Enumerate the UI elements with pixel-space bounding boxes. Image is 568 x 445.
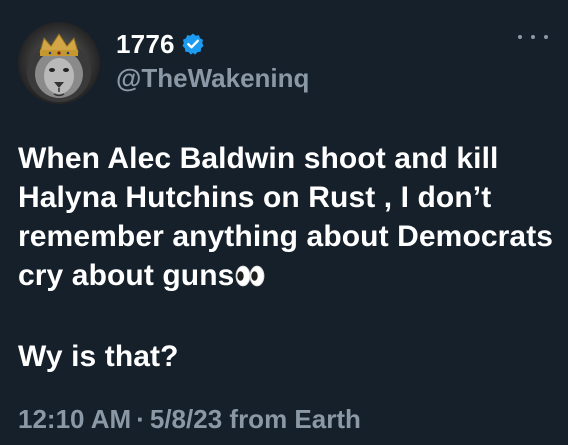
verified-badge-icon: [181, 32, 205, 56]
tweet-header: 1776 @TheWakeninq: [18, 22, 309, 104]
tweet-metadata: 12:10 AM · 5/8/23 from Earth: [18, 402, 361, 436]
more-dot: [531, 35, 535, 39]
tweet-line: When Alec Baldwin shoot and kill: [18, 142, 499, 175]
tweet-text: When Alec Baldwin shoot and kill Halyna …: [18, 139, 558, 376]
tweet-second-paragraph: Wy is that?: [18, 340, 179, 373]
meta-separator: ·: [136, 404, 145, 434]
tweet-line: cry about guns: [18, 259, 235, 292]
tweet-line: Halyna Hutchins on Rust , I don’t: [18, 181, 492, 214]
display-name[interactable]: 1776: [116, 29, 175, 59]
lion-avatar-icon: [18, 22, 100, 104]
eyes-emoji-icon: [235, 259, 265, 298]
tweet-time[interactable]: 12:10 AM: [18, 404, 131, 434]
tweet-source: Earth: [294, 404, 361, 434]
more-options-icon[interactable]: [518, 30, 548, 44]
user-handle[interactable]: @TheWakeninq: [116, 63, 309, 93]
author-names: 1776 @TheWakeninq: [116, 29, 309, 93]
display-name-row: 1776: [116, 29, 309, 59]
tweet-date[interactable]: 5/8/23: [150, 404, 222, 434]
tweet-line: remember anything about Democrats: [18, 220, 554, 253]
avatar[interactable]: [18, 22, 100, 104]
more-dot: [518, 35, 522, 39]
source-prefix: from: [229, 404, 288, 434]
tweet-card: 1776 @TheWakeninq When Alec Baldwin shoo…: [0, 0, 568, 445]
more-dot: [544, 35, 548, 39]
tweet-line-with-emoji: cry about guns: [18, 256, 558, 298]
